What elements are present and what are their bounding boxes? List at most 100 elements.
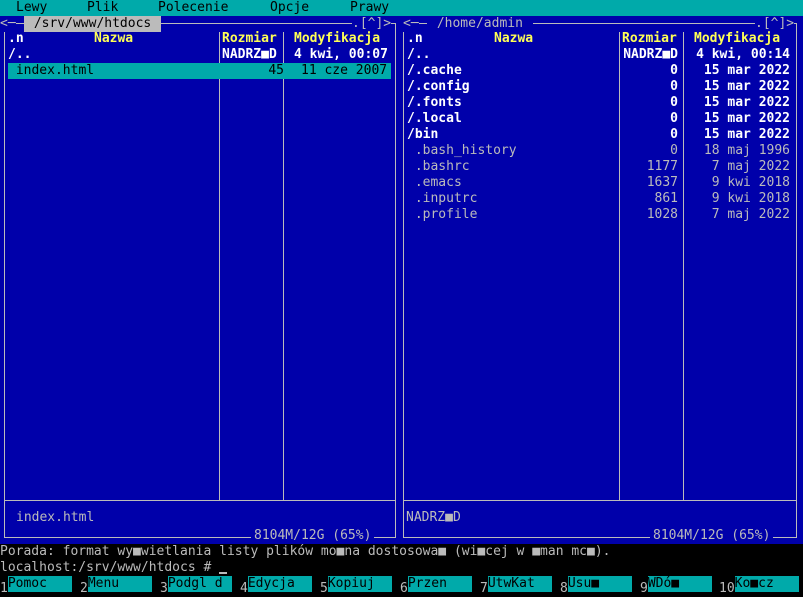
fkey-number: 8	[560, 581, 568, 596]
file-modified: 15 mar 2022	[703, 63, 790, 78]
column-header-name[interactable]: Nazwa	[94, 31, 133, 47]
fkey-3[interactable]: 3Podgl d	[160, 576, 232, 596]
column-header-name[interactable]: Nazwa	[494, 31, 533, 47]
file-row[interactable]: /.config 0 15 mar 2022	[400, 79, 803, 95]
command-prompt: localhost:/srv/www/htdocs #	[0, 560, 220, 575]
fkey-7[interactable]: 7UtwKat	[480, 576, 552, 596]
file-size: 1637	[646, 175, 678, 190]
file-size: 1177	[646, 159, 678, 174]
fkey-number: 1	[0, 581, 8, 596]
panel-path[interactable]: /home/admin	[427, 16, 533, 32]
fkey-number: 2	[80, 581, 88, 596]
fkey-9[interactable]: 9WDó■	[640, 576, 712, 596]
fkey-2[interactable]: 2Menu	[80, 576, 152, 596]
function-key-bar: 1Pomoc 2Menu 3Podgl d 4Edycja 5Kopiuj 6Przen 7…	[0, 576, 803, 596]
fkey-5[interactable]: 5Kopiuj	[320, 576, 392, 596]
command-line[interactable]: localhost:/srv/www/htdocs #	[0, 560, 803, 576]
file-row[interactable]: .profile 1028 7 maj 2022	[400, 207, 803, 223]
frame-right	[395, 23, 396, 537]
file-size: 45	[268, 63, 284, 78]
panel-corner-right[interactable]: .[^]>	[755, 16, 795, 32]
menu-options[interactable]: Opcje	[270, 0, 309, 16]
file-name: .bash_history	[407, 143, 517, 158]
menu-file[interactable]: Plik	[87, 0, 118, 16]
file-name: /..	[8, 47, 32, 62]
status-divider	[4, 500, 396, 501]
col-divider-2	[283, 32, 284, 500]
sort-indicator[interactable]: .n	[8, 31, 24, 47]
hint-line: Porada: format wy■wietlania listy plików…	[0, 544, 611, 559]
file-modified: 7 maj 2022	[711, 159, 790, 174]
column-header-size[interactable]: Rozmiar	[222, 31, 277, 47]
menu-bar: Lewy Plik Polecenie Opcje Prawy	[0, 0, 803, 16]
fkey-4[interactable]: 4Edycja	[240, 576, 312, 596]
file-modified: 7 maj 2022	[711, 207, 790, 222]
sort-indicator[interactable]: .n	[407, 31, 423, 47]
fkey-label: Ko■cz	[734, 576, 799, 592]
file-row[interactable]: .bash_history 0 18 maj 1996	[400, 143, 803, 159]
file-size: 0	[670, 63, 678, 78]
file-size: 0	[670, 111, 678, 126]
file-name: .bashrc	[407, 159, 470, 174]
fkey-label: UtwKat	[487, 576, 552, 592]
file-name: index.html	[8, 63, 95, 78]
file-size: 0	[670, 95, 678, 110]
status-divider	[403, 500, 797, 501]
fkey-number: 6	[400, 581, 408, 596]
file-row[interactable]: /.. NADRZ■D 4 kwi, 00:07	[0, 47, 400, 63]
file-row[interactable]: /.local 0 15 mar 2022	[400, 111, 803, 127]
selected-file-status: index.html	[16, 510, 95, 525]
file-modified: 4 kwi, 00:07	[294, 47, 388, 62]
fkey-8[interactable]: 8Usu■	[560, 576, 632, 596]
file-name: /.fonts	[407, 95, 462, 110]
file-size: 1028	[646, 207, 678, 222]
column-header-modified[interactable]: Modyfikacja	[294, 31, 380, 47]
file-row[interactable]: /.cache 0 15 mar 2022	[400, 63, 803, 79]
file-size: NADRZ■D	[623, 47, 678, 62]
file-size: 861	[654, 191, 678, 206]
left-panel[interactable]: <─ /srv/www/htdocs .[^]> .n Nazwa Rozmia…	[0, 16, 400, 544]
fkey-label: Pomoc	[7, 576, 72, 592]
file-size: 0	[670, 79, 678, 94]
disk-free: 8104M/12G (65%)	[251, 528, 375, 544]
fkey-6[interactable]: 6Przen	[400, 576, 472, 596]
fkey-number: 10	[719, 581, 735, 596]
column-header-modified[interactable]: Modyfikacja	[694, 31, 780, 47]
file-modified: 18 maj 1996	[703, 143, 790, 158]
fkey-number: 9	[640, 581, 648, 596]
file-name: /..	[407, 47, 431, 62]
file-size: 0	[670, 127, 678, 142]
file-row-selected[interactable]: index.html 45 11 cze 2007	[8, 63, 391, 79]
panel-corner-right[interactable]: .[^]>	[352, 16, 392, 32]
disk-free: 8104M/12G (65%)	[650, 528, 774, 544]
fkey-number: 4	[240, 581, 248, 596]
column-header-size[interactable]: Rozmiar	[622, 31, 677, 47]
file-name: .profile	[407, 207, 478, 222]
file-name: /.cache	[407, 63, 462, 78]
menu-right[interactable]: Prawy	[350, 0, 389, 16]
fkey-1[interactable]: 1Pomoc	[0, 576, 72, 596]
right-panel[interactable]: <─ /home/admin .[^]> .n Nazwa Rozmiar Mo…	[400, 16, 803, 544]
file-modified: 15 mar 2022	[703, 95, 790, 110]
file-row[interactable]: /bin 0 15 mar 2022	[400, 127, 803, 143]
fkey-label: Podgl d	[167, 576, 232, 592]
fkey-10[interactable]: 10Ko■cz	[719, 576, 799, 596]
file-modified: 15 mar 2022	[703, 79, 790, 94]
file-row[interactable]: .emacs 1637 9 kwi 2018	[400, 175, 803, 191]
file-name: /.local	[407, 111, 462, 126]
menu-left[interactable]: Lewy	[16, 0, 47, 16]
fkey-label: Kopiuj	[327, 576, 392, 592]
file-row[interactable]: /.. NADRZ■D 4 kwi, 00:14	[400, 47, 803, 63]
fkey-number: 5	[320, 581, 328, 596]
panel-corner-left[interactable]: <─	[0, 16, 16, 32]
file-row[interactable]: .inputrc 861 9 kwi 2018	[400, 191, 803, 207]
file-name: /.config	[407, 79, 470, 94]
file-name: .emacs	[407, 175, 462, 190]
panel-corner-left[interactable]: <─	[403, 16, 419, 32]
fkey-label: Usu■	[567, 576, 632, 592]
panel-path[interactable]: /srv/www/htdocs	[24, 16, 162, 32]
file-row[interactable]: .bashrc 1177 7 maj 2022	[400, 159, 803, 175]
menu-command[interactable]: Polecenie	[158, 0, 228, 16]
fkey-number: 3	[160, 581, 168, 596]
file-row[interactable]: /.fonts 0 15 mar 2022	[400, 95, 803, 111]
